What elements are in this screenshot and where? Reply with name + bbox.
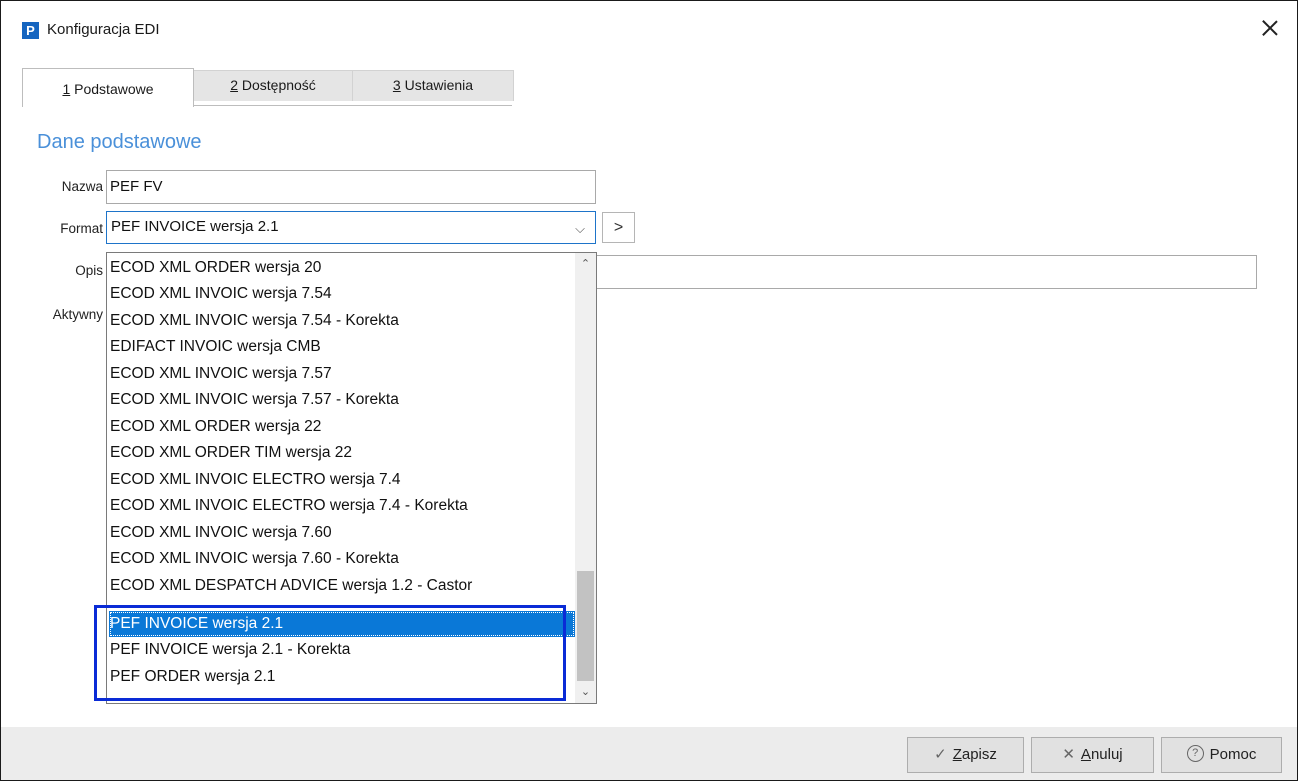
close-icon: ✕ (1062, 746, 1075, 763)
list-item[interactable]: PEF ORDER wersja 2.1 (109, 664, 575, 690)
list-item[interactable]: ECOD XML INVOIC wersja 7.60 - Korekta (109, 546, 575, 572)
scroll-up-icon[interactable]: ⌃ (575, 255, 596, 273)
edi-config-window: P Konfiguracja EDI 1 Podstawowe 2 Dostęp… (0, 0, 1298, 781)
tab-ustawienia[interactable]: 3 Ustawienia (352, 70, 514, 101)
tab-label: Podstawowe (70, 81, 154, 97)
format-label: Format (60, 221, 103, 236)
app-logo-icon: P (22, 22, 39, 39)
save-accelerator: Z (952, 746, 962, 763)
format-details-button[interactable]: > (602, 212, 635, 243)
nazwa-input[interactable]: PEF FV (106, 170, 596, 204)
dropdown-scrollbar[interactable]: ⌃ ⌄ (575, 253, 596, 703)
check-icon: ✓ (934, 746, 947, 763)
section-title: Dane podstawowe (37, 131, 202, 153)
footer-bar: ✓ Zapisz ✕ Anuluj ? Pomoc (1, 727, 1297, 780)
list-item[interactable]: ECOD XML ORDER wersja 22 (109, 414, 575, 440)
save-label: apisz (961, 746, 997, 763)
list-item[interactable]: ECOD XML INVOIC wersja 7.54 - Korekta (109, 308, 575, 334)
chevron-down-icon[interactable]: ⌵ (575, 221, 585, 237)
list-item[interactable]: ECOD XML DESPATCH ADVICE wersja 1.2 - Ca… (109, 573, 575, 599)
opis-label: Opis (75, 263, 103, 278)
tab-accelerator: 2 (230, 77, 238, 93)
tab-podstawowe[interactable]: 1 Podstawowe (22, 68, 194, 107)
window-title: Konfiguracja EDI (47, 21, 160, 38)
list-item[interactable]: ECOD XML ORDER wersja 20 (109, 255, 575, 281)
help-button[interactable]: ? Pomoc (1161, 737, 1282, 773)
aktywny-label: Aktywny (52, 307, 103, 322)
cancel-button[interactable]: ✕ Anuluj (1031, 737, 1154, 773)
format-selected-value: PEF INVOICE wersja 2.1 (111, 218, 279, 235)
title-bar: P Konfiguracja EDI (1, 1, 1297, 51)
close-icon[interactable] (1257, 16, 1283, 42)
opis-input[interactable] (596, 255, 1257, 289)
list-item[interactable]: EDIFACT INVOIC wersja CMB (109, 334, 575, 360)
tab-dostepnosc[interactable]: 2 Dostępność (192, 70, 354, 101)
format-dropdown-list: ECOD XML ORDER wersja 20 ECOD XML INVOIC… (106, 252, 597, 704)
list-item[interactable]: ECOD XML ORDER TIM wersja 22 (109, 440, 575, 466)
scroll-thumb[interactable] (577, 571, 594, 681)
tab-label: Dostępność (237, 77, 316, 93)
nazwa-label: Nazwa (61, 179, 103, 194)
list-item[interactable]: ECOD XML INVOIC wersja 7.60 (109, 520, 575, 546)
list-item[interactable]: ECOD XML INVOIC ELECTRO wersja 7.4 - Kor… (109, 493, 575, 519)
tab-label: Ustawienia (400, 77, 474, 93)
list-item-selected[interactable]: PEF INVOICE wersja 2.1 (109, 611, 575, 637)
list-item[interactable]: ECOD XML INVOIC wersja 7.57 - Korekta (109, 387, 575, 413)
list-item[interactable]: ECOD XML INVOIC ELECTRO wersja 7.4 (109, 467, 575, 493)
help-label: Pomoc (1209, 746, 1257, 763)
cancel-accelerator: A (1080, 746, 1091, 763)
help-icon: ? (1186, 745, 1204, 763)
cancel-label: nuluj (1090, 746, 1123, 763)
list-item[interactable]: ECOD XML INVOIC wersja 7.54 (109, 281, 575, 307)
tab-accelerator: 3 (392, 77, 401, 93)
save-button[interactable]: ✓ Zapisz (907, 737, 1024, 773)
scroll-down-icon[interactable]: ⌄ (575, 683, 596, 701)
format-select[interactable]: PEF INVOICE wersja 2.1 ⌵ (106, 211, 596, 244)
list-item[interactable]: PEF INVOICE wersja 2.1 - Korekta (109, 637, 575, 663)
tab-strip: 1 Podstawowe 2 Dostępność 3 Ustawienia (22, 68, 514, 107)
list-item[interactable]: ECOD XML INVOIC wersja 7.57 (109, 361, 575, 387)
